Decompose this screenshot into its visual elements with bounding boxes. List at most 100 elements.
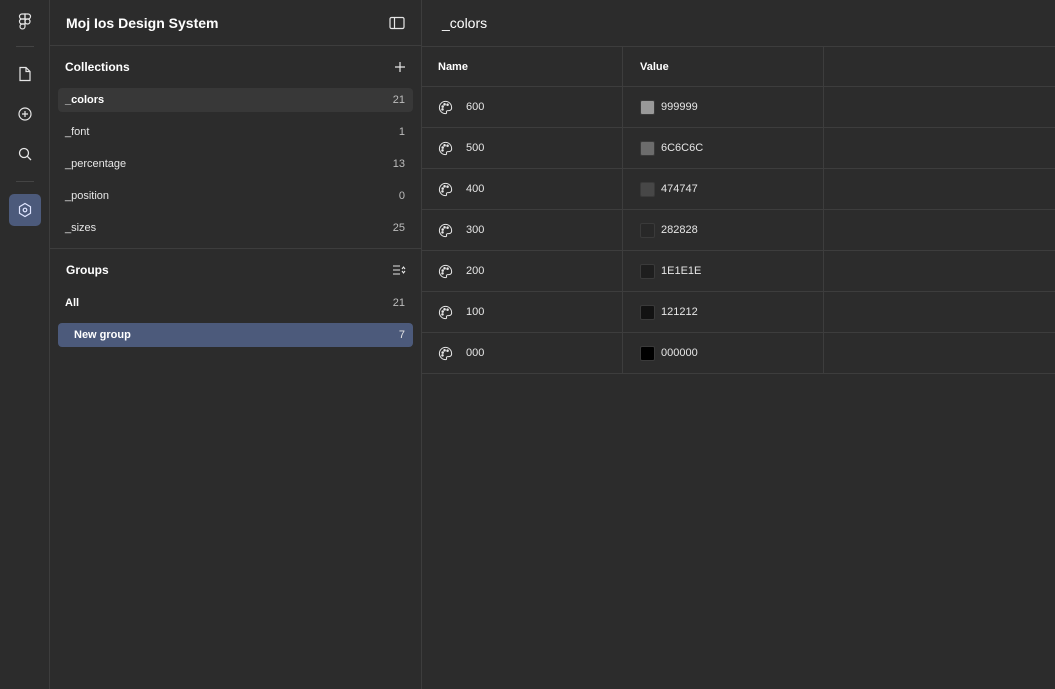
- palette-icon: [438, 141, 453, 156]
- table-row[interactable]: 500 6C6C6C: [422, 128, 1055, 169]
- collection-label: _font: [65, 126, 90, 138]
- collection-item-position[interactable]: _position 0: [58, 184, 413, 208]
- groups-title: Groups: [66, 263, 109, 277]
- group-count: 7: [398, 329, 405, 341]
- variable-name: 000: [466, 347, 485, 359]
- variable-name: 100: [466, 306, 485, 318]
- row-filler: [824, 292, 1055, 332]
- add-collection-button[interactable]: [394, 61, 406, 73]
- groups-header: Groups: [50, 249, 421, 291]
- collection-count: 13: [392, 158, 405, 170]
- table-row[interactable]: 600 999999: [422, 87, 1055, 128]
- color-swatch[interactable]: [640, 99, 655, 115]
- color-swatch[interactable]: [640, 263, 655, 279]
- table-row[interactable]: 400 474747: [422, 169, 1055, 210]
- variable-name-cell[interactable]: 100: [422, 292, 623, 332]
- sort-icon: [393, 265, 406, 275]
- table-row[interactable]: 300 282828: [422, 210, 1055, 251]
- group-item-new-group[interactable]: New group 7: [58, 323, 413, 347]
- palette-icon: [438, 223, 453, 238]
- variable-value: 000000: [661, 347, 698, 359]
- variable-name: 300: [466, 224, 485, 236]
- collections-panel: Moj Ios Design System Collections _color…: [50, 0, 422, 689]
- row-filler: [824, 251, 1055, 291]
- row-filler: [824, 333, 1055, 373]
- collection-item-sizes[interactable]: _sizes 25: [58, 216, 413, 240]
- variable-name: 400: [466, 183, 485, 195]
- row-filler: [824, 87, 1055, 127]
- color-swatch[interactable]: [640, 304, 655, 320]
- collection-item-colors[interactable]: _colors 21: [58, 88, 413, 112]
- file-title: Moj Ios Design System: [66, 14, 219, 31]
- variable-name-cell[interactable]: 300: [422, 210, 623, 250]
- table-row[interactable]: 000 000000: [422, 333, 1055, 374]
- row-filler: [824, 210, 1055, 250]
- collection-label: _colors: [65, 94, 105, 106]
- variable-value: 282828: [661, 224, 698, 236]
- variable-name-cell[interactable]: 500: [422, 128, 623, 168]
- panel-header: Moj Ios Design System: [50, 0, 421, 46]
- variable-name-cell[interactable]: 200: [422, 251, 623, 291]
- sidebar-toggle-icon[interactable]: [389, 16, 405, 30]
- variable-name: 500: [466, 142, 485, 154]
- collection-label: _percentage: [65, 158, 127, 170]
- color-swatch[interactable]: [640, 345, 655, 361]
- color-swatch[interactable]: [640, 181, 655, 197]
- collections-header: Collections: [50, 46, 421, 88]
- variables-icon[interactable]: [9, 194, 41, 226]
- palette-icon: [438, 305, 453, 320]
- row-filler: [824, 169, 1055, 209]
- table-row[interactable]: 100 121212: [422, 292, 1055, 333]
- collection-count: 25: [392, 222, 405, 234]
- plus-circle-icon[interactable]: [9, 98, 41, 130]
- column-header-name[interactable]: Name: [422, 47, 623, 86]
- collections-title: Collections: [65, 60, 130, 74]
- variable-name: 200: [466, 265, 485, 277]
- variable-value: 999999: [661, 101, 698, 113]
- variable-name-cell[interactable]: 400: [422, 169, 623, 209]
- table-row[interactable]: 200 1E1E1E: [422, 251, 1055, 292]
- color-swatch[interactable]: [640, 140, 655, 156]
- plus-icon: [395, 62, 405, 72]
- color-swatch[interactable]: [640, 222, 655, 238]
- variable-value: 1E1E1E: [661, 265, 702, 277]
- variables-table: Name Value 600 999999 500 6C6C6C 400 474747 30…: [422, 46, 1055, 374]
- collection-item-font[interactable]: _font 1: [58, 120, 413, 144]
- group-item-all[interactable]: All 21: [58, 291, 413, 315]
- collection-count: 1: [398, 126, 405, 138]
- groups-list: All 21 New group 7: [50, 291, 421, 347]
- collection-label: _sizes: [65, 222, 97, 234]
- sort-groups-button[interactable]: [392, 264, 406, 276]
- column-header-value[interactable]: Value: [623, 47, 824, 86]
- variable-name-cell[interactable]: 600: [422, 87, 623, 127]
- table-body: 600 999999 500 6C6C6C 400 474747 300 282828 200 1…: [422, 87, 1055, 374]
- palette-icon: [438, 182, 453, 197]
- variables-table-area: _colors Name Value 600 999999 500 6C6C6C 400…: [422, 0, 1055, 689]
- collection-item-percentage[interactable]: _percentage 13: [58, 152, 413, 176]
- group-label: All: [65, 297, 80, 309]
- search-icon[interactable]: [9, 138, 41, 170]
- group-label: New group: [74, 329, 131, 341]
- variable-value: 474747: [661, 183, 698, 195]
- palette-icon: [438, 264, 453, 279]
- rail-divider: [16, 46, 34, 47]
- variable-value-cell[interactable]: 000000: [623, 333, 824, 373]
- app-window: Moj Ios Design System Collections _color…: [0, 0, 1055, 689]
- rail-divider: [16, 181, 34, 182]
- palette-icon: [438, 100, 453, 115]
- variable-name: 600: [466, 101, 485, 113]
- variable-value-cell[interactable]: 474747: [623, 169, 824, 209]
- variable-value-cell[interactable]: 282828: [623, 210, 824, 250]
- collection-count: 0: [398, 190, 405, 202]
- file-icon[interactable]: [9, 58, 41, 90]
- variable-value-cell[interactable]: 1E1E1E: [623, 251, 824, 291]
- variable-value-cell[interactable]: 121212: [623, 292, 824, 332]
- column-filler: [824, 47, 1055, 86]
- variable-name-cell[interactable]: 000: [422, 333, 623, 373]
- figma-icon[interactable]: [9, 6, 41, 38]
- row-filler: [824, 128, 1055, 168]
- collection-count: 21: [392, 94, 405, 106]
- variable-value-cell[interactable]: 999999: [623, 87, 824, 127]
- variable-value-cell[interactable]: 6C6C6C: [623, 128, 824, 168]
- collections-list: _colors 21 _font 1 _percentage 13 _posit…: [50, 88, 421, 240]
